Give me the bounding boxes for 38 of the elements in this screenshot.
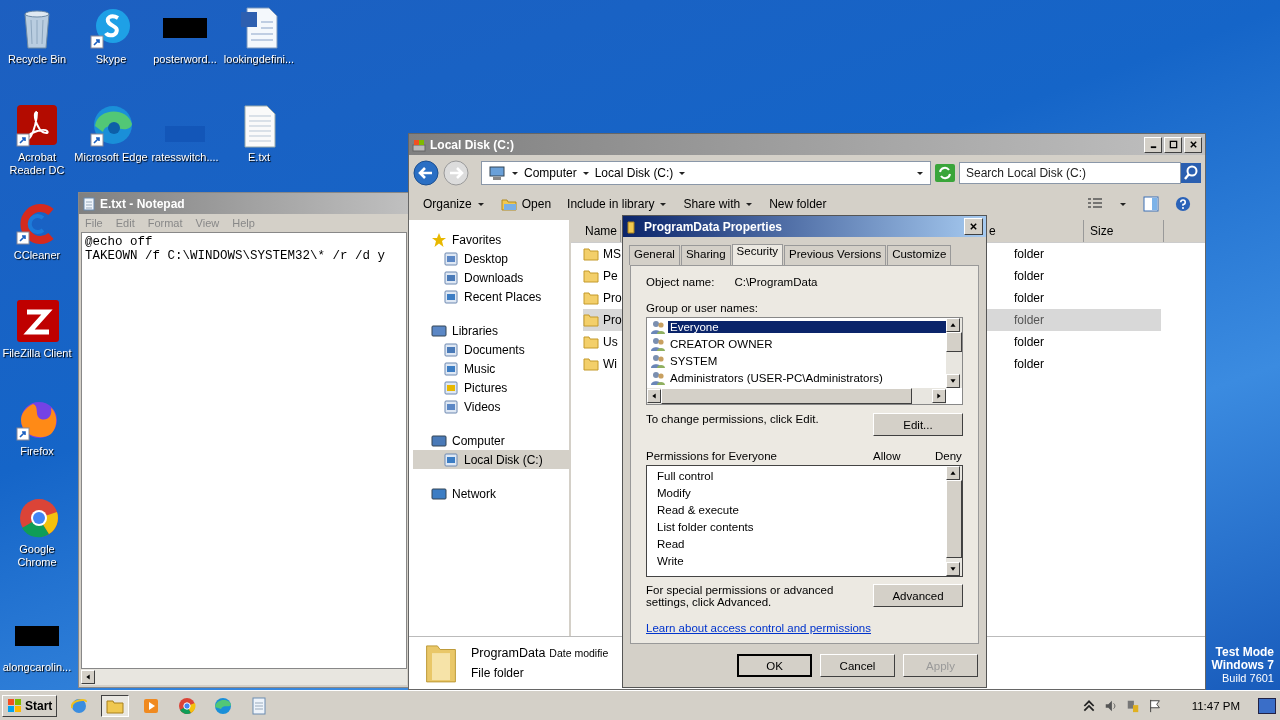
desktop-icon-label: posterword... bbox=[153, 53, 217, 66]
permission-name: List folder contents bbox=[657, 520, 755, 535]
instruction-text: To change permissions, click Edit. bbox=[646, 413, 819, 425]
permission-name: Modify bbox=[657, 486, 692, 501]
window-title: Local Disk (C:) bbox=[430, 137, 514, 152]
instruction-text: For special permissions or advanced settings, click Advanced. bbox=[646, 584, 835, 608]
os-version-text: Build 7601 bbox=[1222, 672, 1274, 685]
details-label: Date modifie bbox=[549, 647, 609, 659]
column-header: Deny bbox=[935, 450, 963, 462]
permission-name: Write bbox=[657, 554, 685, 569]
desktop-icon-label: CCleaner bbox=[13, 249, 61, 262]
field-label: Permissions for Everyone bbox=[646, 450, 779, 462]
desktop-icon-label: FileZilla Client bbox=[2, 347, 72, 360]
field-label: Object name: bbox=[646, 276, 715, 288]
text-line: @echo off bbox=[85, 235, 154, 249]
column-header: Allow bbox=[873, 450, 902, 462]
os-version-text: Windows 7 bbox=[1211, 659, 1274, 672]
window-title: ProgramData Properties bbox=[644, 219, 783, 234]
desktop-icon-label: alongcarolin... bbox=[2, 661, 72, 674]
desktop-icon-label: lookingdefini... bbox=[223, 53, 295, 66]
text-line: TAKEOWN /f C:\WINDOWS\SYSTEM32\* /r /d y bbox=[85, 249, 387, 263]
permission-name: Read bbox=[657, 537, 686, 552]
desktop-icon-label: Microsoft Edge bbox=[74, 151, 148, 164]
permission-name: Read & execute bbox=[657, 503, 740, 518]
desktop-icon-label: Firefox bbox=[20, 445, 54, 458]
os-version-text: Test Mode bbox=[1215, 646, 1274, 659]
desktop-icon-label: ratesswitch.... bbox=[151, 151, 219, 164]
desktop-icon-label: Acrobat Reader DC bbox=[8, 151, 66, 177]
window-title: E.txt - Notepad bbox=[100, 196, 185, 211]
desktop-icon-label: E.txt bbox=[248, 151, 270, 164]
desktop-icon-label: Skype bbox=[95, 53, 127, 66]
desktop-icon-label: Recycle Bin bbox=[7, 53, 67, 66]
desktop-icon-label: Google Chrome bbox=[16, 543, 58, 569]
permission-name: Full control bbox=[657, 469, 715, 484]
details-type: File folder bbox=[471, 666, 525, 680]
details-name: ProgramData bbox=[471, 646, 546, 660]
field-label: Group or user names: bbox=[646, 302, 759, 314]
object-name-value: C:\ProgramData bbox=[734, 276, 818, 288]
